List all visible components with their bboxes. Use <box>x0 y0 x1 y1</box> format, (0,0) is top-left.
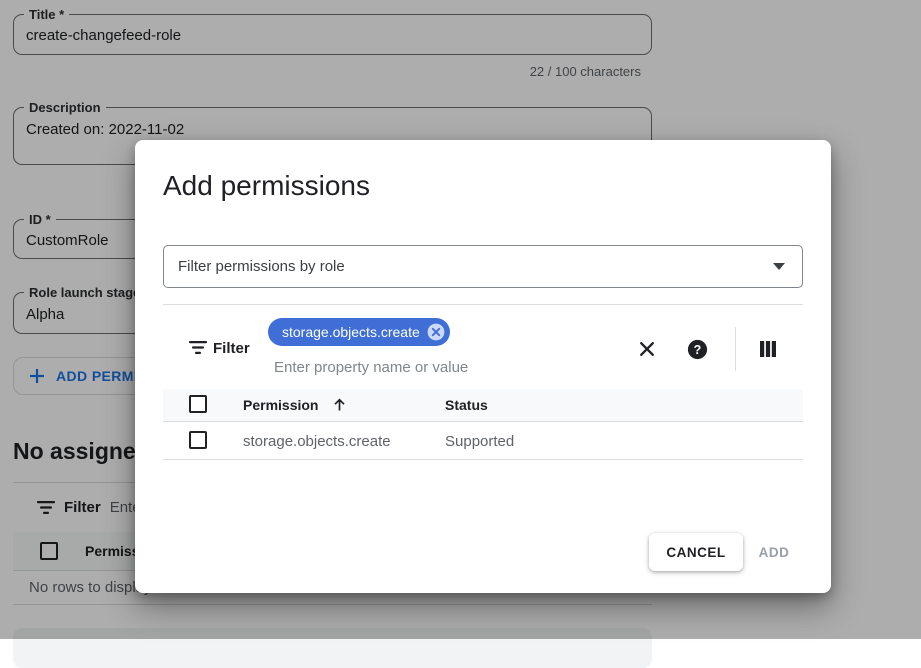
row-checkbox[interactable] <box>189 431 207 449</box>
dialog-filter-label: Filter <box>213 340 250 357</box>
filter-chip-label: storage.objects.create <box>282 324 420 340</box>
sort-ascending-icon[interactable] <box>331 396 348 413</box>
status-column-header[interactable]: Status <box>445 397 488 413</box>
dialog-filter-input[interactable]: Enter property name or value <box>274 359 468 376</box>
add-permissions-dialog: Add permissions Filter permissions by ro… <box>135 140 831 593</box>
permission-table-row[interactable]: storage.objects.create Supported <box>163 422 803 460</box>
help-icon[interactable]: ? <box>685 337 709 361</box>
chip-remove-icon[interactable] <box>427 323 445 341</box>
divider <box>735 327 736 371</box>
add-button[interactable]: ADD <box>745 533 803 571</box>
filter-chip[interactable]: storage.objects.create <box>268 318 450 346</box>
clear-filters-button[interactable] <box>635 337 659 361</box>
column-display-options-icon[interactable] <box>756 337 780 361</box>
role-select-placeholder: Filter permissions by role <box>178 258 773 275</box>
status-cell: Supported <box>445 433 514 450</box>
dialog-title: Add permissions <box>163 170 370 202</box>
permission-cell: storage.objects.create <box>243 433 391 450</box>
filter-icon <box>189 340 207 355</box>
permission-column-header[interactable]: Permission <box>243 397 318 413</box>
svg-text:?: ? <box>693 343 701 357</box>
dialog-table-header: Permission Status <box>163 389 803 422</box>
cancel-button[interactable]: CANCEL <box>649 533 743 571</box>
divider <box>163 304 803 305</box>
select-all-checkbox[interactable] <box>189 395 207 413</box>
filter-permissions-by-role-select[interactable]: Filter permissions by role <box>163 245 803 288</box>
chevron-down-icon <box>773 263 785 270</box>
